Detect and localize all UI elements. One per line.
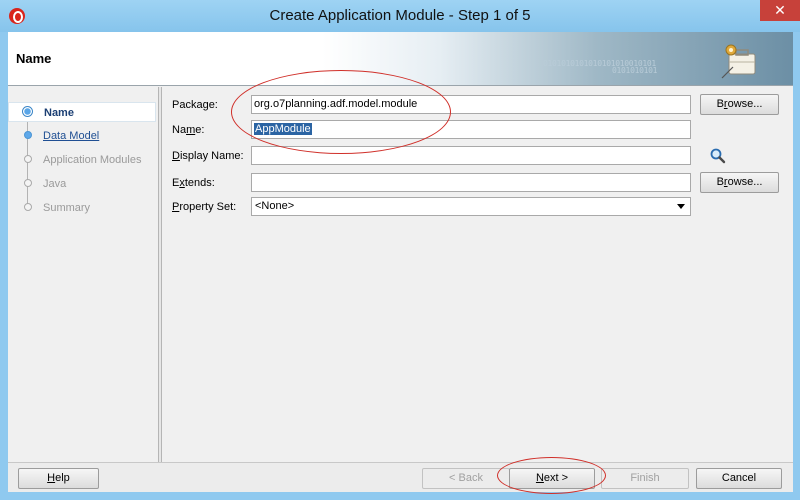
cancel-button[interactable]: Cancel xyxy=(696,468,782,489)
finish-button: Finish xyxy=(601,468,689,489)
nav-step-icon xyxy=(23,131,32,139)
nav-item-label: Application Modules xyxy=(43,154,142,166)
help-button[interactable]: Help xyxy=(18,468,99,489)
name-label: Name: xyxy=(172,124,205,136)
wizard-briefcase-icon xyxy=(721,44,756,79)
nav-step-current-icon xyxy=(22,106,33,117)
form-panel: Package: org.o7planning.adf.model.module… xyxy=(163,87,793,462)
extends-label: Extends: xyxy=(172,177,215,189)
package-label: Package: xyxy=(172,99,218,111)
annotation-ellipse-next xyxy=(497,457,606,494)
search-icon[interactable] xyxy=(709,147,727,165)
nav-item-label: Name xyxy=(44,107,74,119)
nav-item-label: Summary xyxy=(43,202,91,214)
close-button[interactable]: ✕ xyxy=(760,0,800,21)
window-title: Create Application Module - Step 1 of 5 xyxy=(269,7,531,24)
property-set-select[interactable]: <None> xyxy=(251,197,691,216)
package-browse-button[interactable]: Browse... xyxy=(700,94,779,115)
header-decoration-text-2: 0101010101 xyxy=(612,66,658,75)
panel-splitter[interactable] xyxy=(158,87,162,462)
title-bar[interactable]: Create Application Module - Step 1 of 5 … xyxy=(0,0,800,32)
wizard-footer: Help < Back Next > Finish Cancel xyxy=(8,462,793,492)
nav-step-icon xyxy=(23,155,32,163)
nav-item-label: Java xyxy=(43,178,67,190)
select-arrow-icon xyxy=(677,204,685,209)
nav-step-icon xyxy=(23,179,32,187)
extends-browse-button[interactable]: Browse... xyxy=(700,172,779,193)
display-name-label: Display Name: xyxy=(172,150,244,162)
nav-step-icon xyxy=(23,203,32,211)
extends-field[interactable] xyxy=(251,173,691,192)
page-title: Name xyxy=(16,51,52,66)
property-set-label: Property Set: xyxy=(172,201,237,213)
wizard-nav-panel: Name Data Model Application Modules Java… xyxy=(8,87,158,462)
nav-item-label: Data Model xyxy=(43,130,100,142)
dialog-window: Create Application Module - Step 1 of 5 … xyxy=(0,0,800,500)
annotation-ellipse-package-name xyxy=(231,70,451,154)
